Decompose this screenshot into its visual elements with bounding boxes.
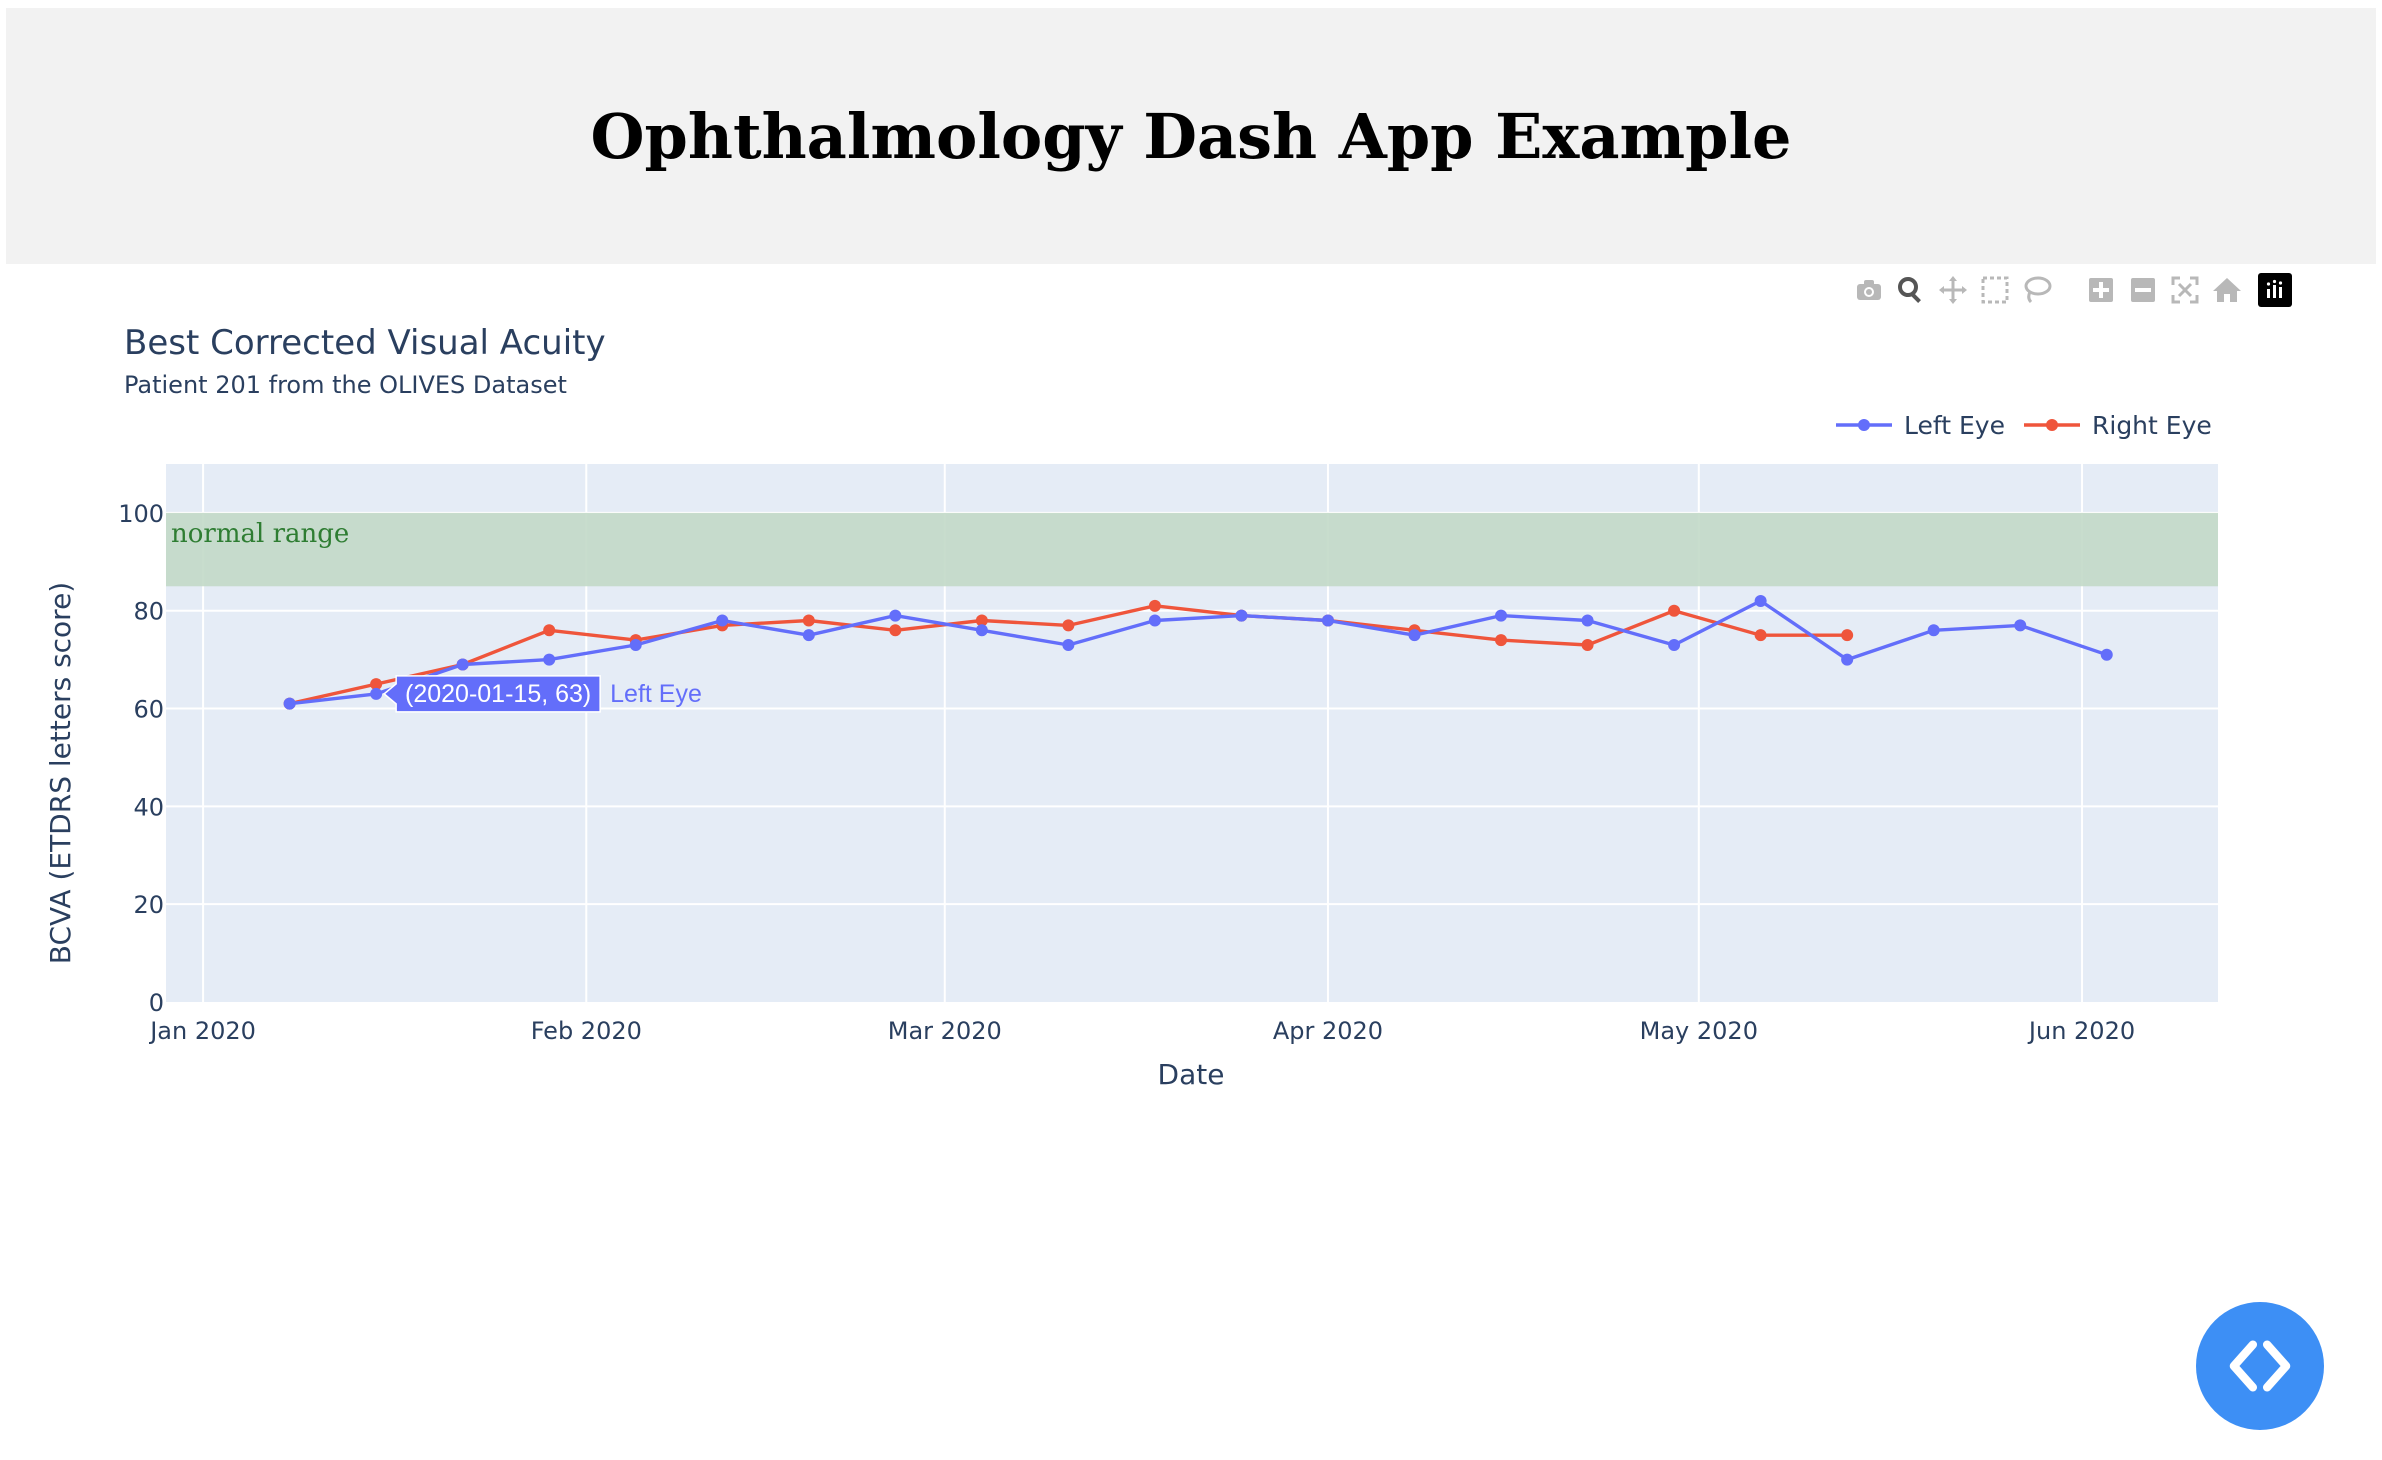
right-eye-point [1581,638,1594,651]
left-eye-point [1581,614,1594,627]
left-eye-point [716,614,729,627]
legend-marker-right-eye [2046,419,2058,431]
normal-range-band [166,512,2218,587]
left-eye-point [1062,638,1075,651]
page-title: Ophthalmology Dash App Example [590,99,1792,173]
right-eye-point [1062,619,1075,632]
plot-area[interactable]: 0 20 40 60 80 100 Jan 2020 Feb 2020 Mar 2020 Apr … [118,464,2218,1045]
right-eye-point [802,614,815,627]
y-tick-label: 80 [133,598,164,626]
normal-range-label: normal range [171,519,349,549]
left-eye-point [2014,619,2027,632]
left-eye-point [1321,614,1334,627]
y-tick-label: 60 [133,696,164,724]
code-toggle-button[interactable] [2196,1302,2324,1430]
left-eye-point [1235,609,1248,622]
hover-tooltip-series: Left Eye [610,680,702,708]
right-eye-point [1841,629,1854,642]
hover-tooltip-value: (2020-01-15, 63) [405,680,591,708]
right-eye-point [1668,604,1681,617]
left-eye-point [1148,614,1161,627]
code-icon [2229,1340,2291,1392]
left-eye-point [456,658,469,671]
x-tick-label: May 2020 [1640,1017,1758,1045]
left-eye-point [802,629,815,642]
left-eye-point [1754,594,1767,607]
left-eye-point [889,609,902,622]
x-tick-label: Jun 2020 [2027,1017,2135,1045]
left-eye-point [1927,624,1940,637]
left-eye-point [1668,638,1681,651]
y-tick-label: 100 [118,500,164,528]
page-header: Ophthalmology Dash App Example [6,8,2376,264]
x-tick-label: Apr 2020 [1273,1017,1383,1045]
left-eye-point [370,687,383,700]
legend-label-right-eye: Right Eye [2092,411,2212,440]
bcva-chart: Best Corrected Visual Acuity Patient 201… [44,323,2218,1091]
left-eye-point [1495,609,1508,622]
left-eye-point [2100,648,2113,661]
right-eye-point [543,624,556,637]
left-eye-point [1841,653,1854,666]
left-eye-point [975,624,988,637]
left-eye-point [629,638,642,651]
legend-label-left-eye: Left Eye [1904,411,2005,440]
left-eye-point [283,697,296,710]
x-tick-label: Mar 2020 [888,1017,1002,1045]
y-axis-label: BCVA (ETDRS letters score) [44,582,77,964]
right-eye-point [1754,629,1767,642]
left-eye-point [1408,629,1421,642]
right-eye-point [1148,599,1161,612]
y-tick-label: 20 [133,891,164,919]
x-tick-label: Jan 2020 [148,1017,256,1045]
x-tick-label: Feb 2020 [531,1017,642,1045]
right-eye-point [1495,634,1508,647]
chart-title: Best Corrected Visual Acuity [124,323,606,363]
right-eye-point [889,624,902,637]
chart-legend: Left Eye Right Eye [1836,411,2212,440]
x-axis-label: Date [1158,1058,1225,1091]
y-tick-label: 0 [149,989,164,1017]
y-tick-label: 40 [133,793,164,821]
left-eye-point [543,653,556,666]
legend-marker-left-eye [1858,419,1870,431]
chart-subtitle: Patient 201 from the OLIVES Dataset [124,371,567,399]
